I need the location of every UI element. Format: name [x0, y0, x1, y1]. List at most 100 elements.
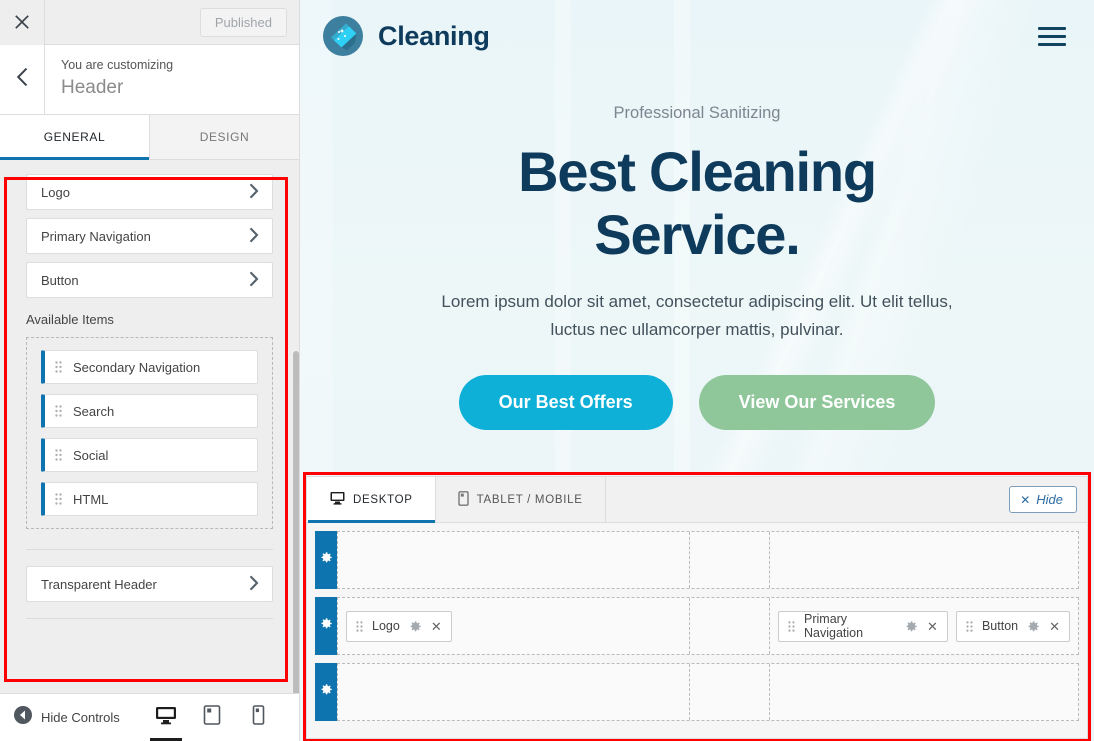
gear-icon[interactable] [1027, 620, 1040, 633]
accordion-primary-navigation-label: Primary Navigation [41, 228, 151, 244]
chevron-right-icon [249, 271, 260, 290]
chevron-left-icon [15, 67, 29, 92]
page-title: Header [61, 77, 124, 98]
accordion-transparent-header[interactable]: Transparent Header [26, 566, 273, 602]
builder-item-label: Logo [372, 619, 400, 633]
publish-button[interactable]: Published [199, 7, 287, 37]
zone-left[interactable]: Logo ✕ [338, 598, 690, 654]
hero-content: Professional Sanitizing Best Cleaning Se… [300, 72, 1094, 430]
drag-handle-icon [356, 620, 363, 632]
panel-eyebrow: You are customizing [61, 57, 174, 72]
zone-right[interactable] [770, 664, 1078, 720]
zone-right[interactable] [770, 532, 1078, 588]
panel-back-button[interactable] [0, 45, 45, 114]
remove-item-icon[interactable]: ✕ [1049, 620, 1060, 633]
accordion-logo-label: Logo [41, 184, 70, 200]
remove-item-icon[interactable]: ✕ [927, 620, 938, 633]
accordion-primary-navigation[interactable]: Primary Navigation [26, 218, 273, 254]
hero-title-line-2: Service. [594, 202, 800, 266]
available-item-label: Social [73, 447, 109, 463]
sidebar-scrollbar[interactable] [292, 351, 299, 693]
builder-item-button[interactable]: Button ✕ [955, 610, 1070, 642]
available-item-label: HTML [73, 491, 109, 507]
available-items-heading: Available Items [26, 312, 114, 327]
publish-area: Published [45, 7, 299, 37]
row-settings-button[interactable] [315, 663, 337, 721]
builder-tab-desktop[interactable]: DESKTOP [307, 477, 436, 523]
available-items-dropzone[interactable]: Secondary Navigation Search Social HTML [26, 337, 273, 529]
zone-center[interactable] [690, 532, 770, 588]
hero-eyebrow: Professional Sanitizing [613, 104, 781, 122]
hide-builder-button[interactable]: ✕ Hide [1009, 486, 1077, 513]
panel-content: Logo Primary Navigation Button Available… [0, 160, 299, 693]
tab-design[interactable]: DESIGN [150, 115, 299, 159]
available-item-label: Search [73, 403, 115, 419]
gear-icon[interactable] [905, 620, 918, 633]
builder-row-main: Logo ✕ Primary Navigation ✕ Button ✕ [315, 597, 1079, 655]
remove-item-icon[interactable]: ✕ [431, 620, 442, 633]
site-logo[interactable]: Cleaning [322, 15, 490, 57]
builder-tab-tablet-mobile[interactable]: TABLET / MOBILE [436, 477, 606, 522]
hero-title: Best Cleaning Service. [300, 140, 1094, 266]
accordion-button-label: Button [41, 272, 79, 288]
hamburger-bar [1038, 26, 1066, 30]
tab-general[interactable]: GENERAL [0, 115, 150, 160]
builder-row-bottom [315, 663, 1079, 721]
tablet-icon [203, 705, 221, 730]
section-divider [26, 618, 273, 619]
row-settings-button[interactable] [315, 531, 337, 589]
device-desktop-button[interactable] [150, 703, 182, 741]
zone-center[interactable] [690, 598, 770, 654]
tab-general-label: GENERAL [43, 130, 106, 144]
close-icon [14, 14, 30, 30]
builder-item-label: Primary Navigation [804, 612, 864, 640]
close-customizer-button[interactable] [0, 0, 45, 45]
available-item-html[interactable]: HTML [41, 482, 258, 516]
tab-design-label: DESIGN [199, 130, 250, 144]
device-tablet-button[interactable] [199, 703, 225, 733]
zone-left[interactable] [338, 664, 690, 720]
site-title: Cleaning [378, 20, 490, 51]
accordion-transparent-header-label: Transparent Header [41, 576, 157, 592]
gear-icon [320, 683, 333, 701]
row-settings-button[interactable] [315, 597, 337, 655]
zone-left[interactable] [338, 532, 690, 588]
available-item-search[interactable]: Search [41, 394, 258, 428]
site-preview: Cleaning Professional Sanitizing Best Cl… [300, 0, 1094, 741]
collapse-icon [14, 706, 32, 729]
hide-controls-button[interactable]: Hide Controls [14, 706, 120, 729]
builder-tab-tablet-mobile-label: TABLET / MOBILE [476, 493, 583, 506]
hamburger-menu-icon[interactable] [1036, 21, 1068, 52]
zone-center[interactable] [690, 664, 770, 720]
chevron-right-icon [249, 227, 260, 246]
gear-icon[interactable] [409, 620, 422, 633]
panel-header: You are customizing Header [0, 45, 299, 115]
row-zones [337, 531, 1079, 589]
available-item-social[interactable]: Social [41, 438, 258, 472]
customizer-app: Published You are customizing Header GEN… [0, 0, 1094, 741]
panel-inner: Logo Primary Navigation Button Available… [0, 174, 299, 619]
secondary-cta-button[interactable]: View Our Services [698, 374, 936, 430]
available-item-secondary-navigation[interactable]: Secondary Navigation [41, 350, 258, 384]
hero-subtitle: Lorem ipsum dolor sit amet, consectetur … [441, 292, 953, 339]
zone-right[interactable]: Primary Navigation ✕ Button ✕ [770, 598, 1078, 654]
device-mobile-button[interactable] [245, 703, 271, 733]
gear-icon [320, 617, 333, 635]
drag-handle-icon [55, 449, 65, 461]
hide-builder-label: Hide [1036, 492, 1063, 507]
drag-handle-icon [55, 405, 65, 417]
accordion-logo[interactable]: Logo [26, 174, 273, 210]
sidebar-scrollbar-thumb[interactable] [293, 351, 299, 693]
chevron-right-icon [249, 575, 260, 594]
hamburger-bar [1038, 42, 1066, 46]
device-preview-buttons [150, 703, 285, 741]
drag-handle-icon [55, 493, 65, 505]
primary-cta-button[interactable]: Our Best Offers [458, 374, 673, 430]
builder-item-label: Button [981, 619, 1019, 633]
builder-item-primary-navigation[interactable]: Primary Navigation ✕ [778, 610, 948, 642]
desktop-icon [155, 705, 177, 730]
accordion-button[interactable]: Button [26, 262, 273, 298]
builder-row-top [315, 531, 1079, 589]
builder-item-logo[interactable]: Logo ✕ [346, 610, 452, 642]
section-divider [26, 549, 273, 550]
